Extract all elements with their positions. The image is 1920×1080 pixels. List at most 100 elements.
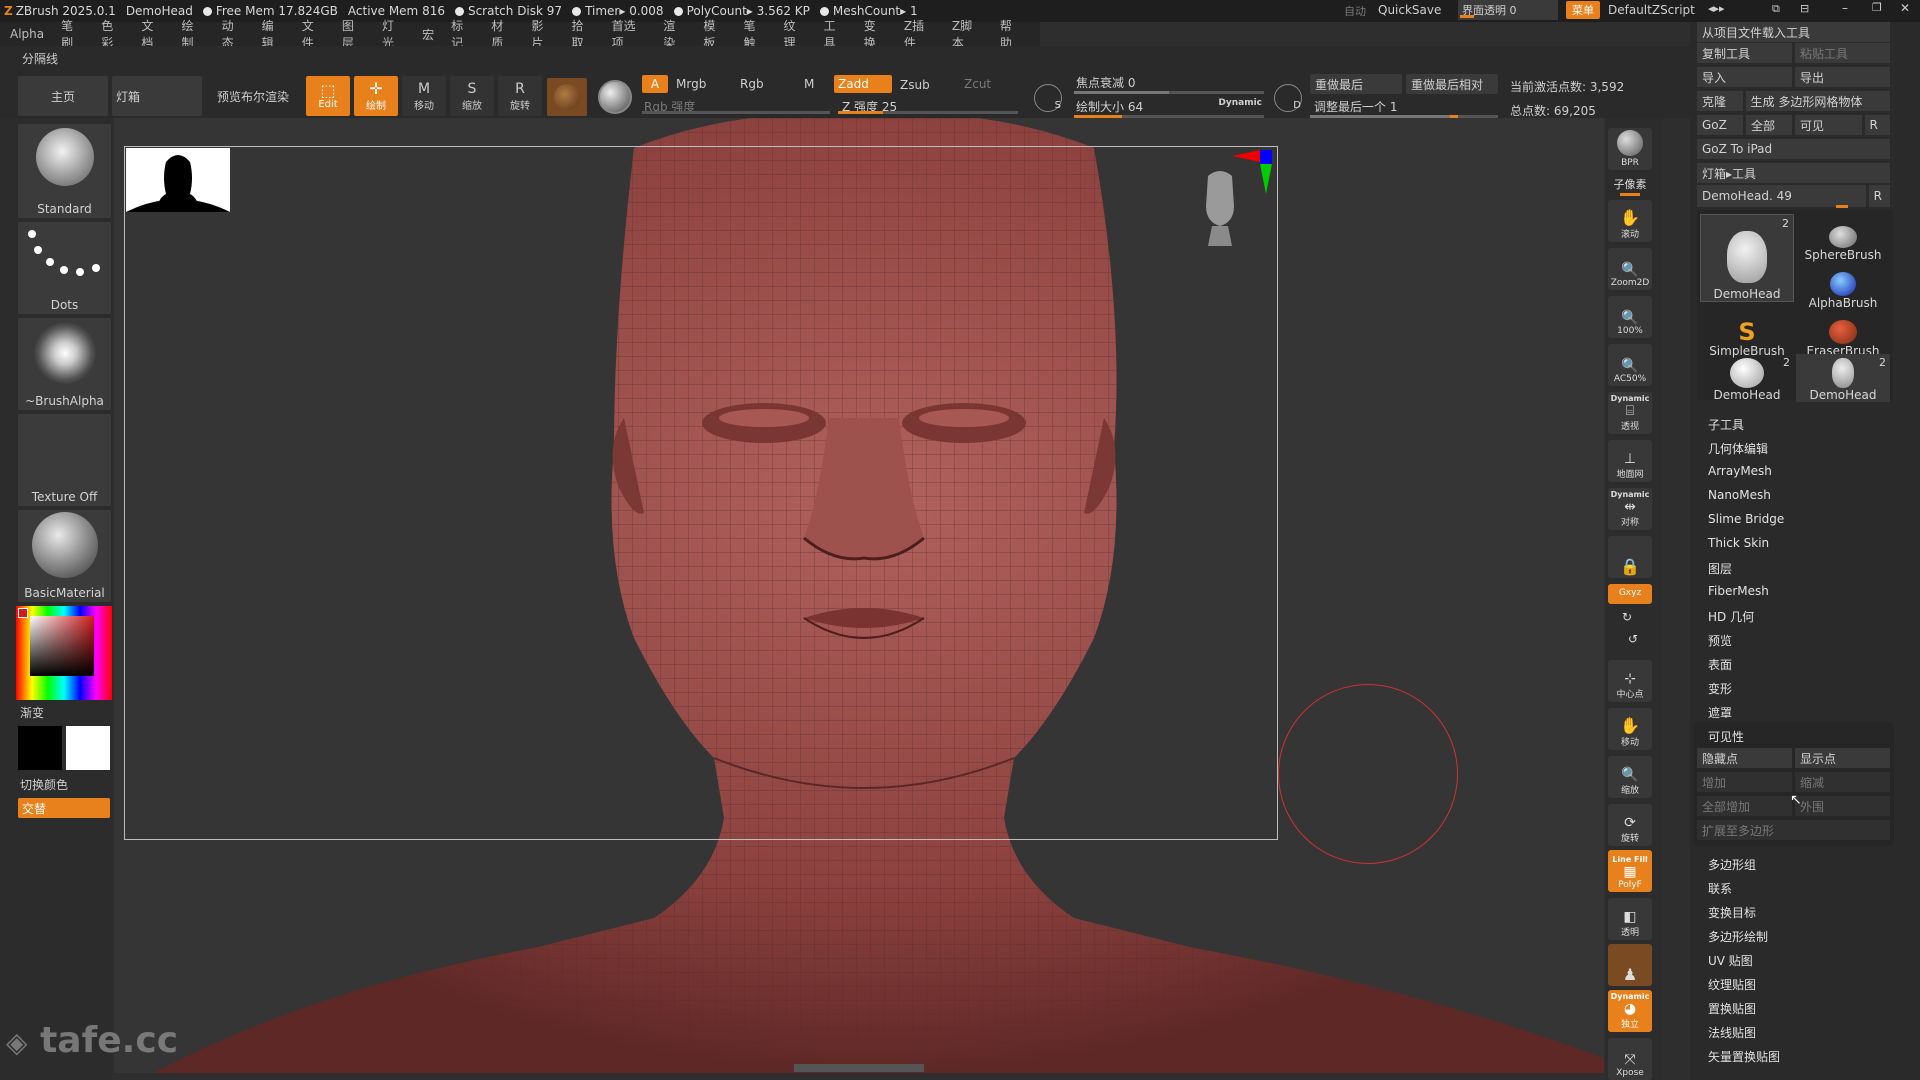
lightbox-button[interactable]: 灯箱	[112, 76, 202, 116]
clone-button[interactable]: 克隆	[1697, 91, 1743, 111]
alpha-selector[interactable]: ~BrushAlpha	[18, 318, 111, 410]
default-zscript-button[interactable]: DefaultZScript	[1608, 3, 1695, 17]
scale-view-button[interactable]: 🔍 缩放	[1608, 756, 1652, 798]
adjust-last-slider[interactable]: 调整最后一个 1	[1310, 96, 1498, 118]
shrink-button[interactable]: 缩减	[1795, 772, 1890, 792]
normal-map-section[interactable]: 法线贴图	[1708, 1024, 1756, 1041]
displacement-map-section[interactable]: 置换贴图	[1708, 1000, 1756, 1017]
goz-to-ipad-button[interactable]: GoZ To iPad	[1697, 139, 1890, 159]
tool-thumb-spherebrush[interactable]: SphereBrush	[1796, 214, 1890, 262]
dynamic-d-icon[interactable]: D	[1274, 84, 1302, 112]
lock-button[interactable]: 🔒	[1608, 536, 1652, 578]
goz-visible-button[interactable]: 可见	[1795, 115, 1862, 135]
center-point-button[interactable]: ⊹ 中心点	[1608, 660, 1652, 702]
zadd-toggle[interactable]: Zadd	[834, 75, 892, 93]
lightbox-tool-button[interactable]: 灯箱▸工具	[1697, 163, 1890, 183]
uv-map-section[interactable]: UV 贴图	[1708, 952, 1753, 969]
rotate-z-icon[interactable]: ↺	[1628, 632, 1638, 646]
slime-bridge-section[interactable]: Slime Bridge	[1708, 512, 1784, 526]
goz-r-button[interactable]: R	[1864, 115, 1890, 135]
canvas-bottom-handle[interactable]	[794, 1064, 924, 1072]
export-button[interactable]: 导出	[1795, 67, 1890, 87]
layout-swap-icon[interactable]: ⧉	[1772, 2, 1780, 16]
menu-item[interactable]: 宏	[422, 26, 434, 43]
move-view-button[interactable]: ✋ 移动	[1608, 708, 1652, 750]
window-layout-icon[interactable]: ⊟	[1800, 2, 1809, 15]
gradient-toggle[interactable]: 渐变	[20, 704, 44, 721]
rotate-view-button[interactable]: ⟳ 旋转	[1608, 804, 1652, 846]
zsub-toggle[interactable]: Zsub	[900, 78, 930, 92]
floor-grid-button[interactable]: ⊥ 地面网	[1608, 440, 1652, 482]
polypaint-section[interactable]: 多边形绘制	[1708, 928, 1768, 945]
move-button[interactable]: M 移动	[402, 76, 446, 116]
material-sphere-button[interactable]	[547, 78, 587, 116]
subpixel-slider[interactable]: 子像素	[1608, 176, 1652, 196]
arraymesh-section[interactable]: ArrayMesh	[1708, 464, 1772, 478]
close-icon[interactable]: ✕	[1900, 1, 1910, 15]
ui-transparency-slider[interactable]: 界面透明 0	[1458, 0, 1558, 20]
bpr-button[interactable]: BPR	[1608, 128, 1652, 170]
switch-color-button[interactable]: 切换颜色	[20, 776, 68, 793]
tool-thumb-demohead-2[interactable]: DemoHead 2	[1796, 354, 1890, 402]
perspective-button[interactable]: Dynamic ⌸ 透视	[1608, 392, 1652, 434]
focal-shift-slider[interactable]: 焦点衰减 0	[1074, 72, 1264, 94]
material-selector[interactable]: BasicMaterial	[18, 510, 111, 602]
outer-button[interactable]: 外围	[1795, 796, 1890, 816]
tool-thumb-simplebrush[interactable]: S SimpleBrush	[1700, 310, 1794, 358]
dynamic-toggle[interactable]: Dynamic	[1218, 98, 1262, 108]
m-toggle[interactable]: M	[804, 77, 814, 91]
load-tool-from-project-button[interactable]: 从项目文件载入工具	[1697, 22, 1890, 42]
fibermesh-section[interactable]: FiberMesh	[1708, 584, 1769, 598]
hide-points-button[interactable]: 隐藏点	[1697, 748, 1792, 768]
viewport-canvas[interactable]	[114, 118, 1604, 1073]
rotate-button[interactable]: R 旋转	[498, 76, 542, 116]
contact-section[interactable]: 联系	[1708, 880, 1732, 897]
scale-button[interactable]: S 缩放	[450, 76, 494, 116]
show-points-button[interactable]: 显示点	[1795, 748, 1890, 768]
thick-skin-section[interactable]: Thick Skin	[1708, 536, 1769, 550]
make-polymesh-button[interactable]: 生成 多边形网格物体	[1745, 91, 1890, 111]
zoom-100-button[interactable]: 🔍 100%	[1608, 296, 1652, 338]
surface-section[interactable]: 表面	[1708, 656, 1732, 673]
menu-toggle-button[interactable]: 菜单	[1566, 1, 1600, 19]
dynamic-solo-button[interactable]: Dynamic ◕ 独立	[1608, 990, 1652, 1032]
navigation-silhouette[interactable]	[126, 148, 230, 212]
menu-item[interactable]: Alpha	[10, 27, 44, 41]
main-color-swatch[interactable]	[18, 726, 62, 770]
symmetry-button[interactable]: Dynamic ⇹ 对称	[1608, 488, 1652, 530]
gxyz-button[interactable]: Gxyz	[1608, 584, 1652, 604]
goz-all-button[interactable]: 全部	[1746, 115, 1792, 135]
stroke-selector[interactable]: Dots	[18, 222, 111, 314]
minimize-icon[interactable]: –	[1842, 1, 1848, 15]
morph-target-section[interactable]: 变换目标	[1708, 904, 1756, 921]
scroll-button[interactable]: ✋ 滚动	[1608, 200, 1652, 242]
tool-thumb-eraserbrush[interactable]: EraserBrush	[1796, 310, 1890, 358]
grow-button[interactable]: 增加	[1697, 772, 1792, 792]
polygroups-section[interactable]: 多边形组	[1708, 856, 1756, 873]
z-intensity-slider[interactable]: Z 强度 25	[838, 98, 1018, 114]
transparent-button[interactable]: ◧ 透明	[1608, 898, 1652, 940]
current-tool-slider[interactable]: DemoHead. 49 R	[1697, 185, 1893, 207]
color-picker[interactable]	[16, 606, 112, 700]
sculptris-s-icon[interactable]: S	[1034, 84, 1062, 112]
zoom2d-button[interactable]: 🔍 Zoom2D	[1608, 248, 1652, 290]
goz-button[interactable]: GoZ	[1697, 115, 1743, 135]
a-toggle[interactable]: A	[642, 75, 668, 93]
replay-last-relative-button[interactable]: 重做最后相对	[1406, 74, 1498, 94]
rgb-intensity-slider[interactable]: Rgb 强度	[642, 98, 830, 114]
copy-tool-button[interactable]: 复制工具	[1697, 43, 1792, 63]
zcut-toggle[interactable]: Zcut	[964, 77, 991, 91]
geometry-section[interactable]: 几何体编辑	[1708, 440, 1768, 457]
rotate-y-icon[interactable]: ↻	[1622, 610, 1632, 624]
expand-to-polygons-button[interactable]: 扩展至多边形	[1697, 820, 1890, 840]
texture-map-section[interactable]: 纹理贴图	[1708, 976, 1756, 993]
brush-selector[interactable]: Standard	[18, 124, 111, 218]
polyframe-button[interactable]: Line Fill ▦ PolyF	[1608, 850, 1652, 892]
layout-arrows-icon[interactable]: ◂▸▸	[1708, 2, 1725, 15]
restore-icon[interactable]: ❐	[1872, 1, 1882, 14]
preview-bpr-button[interactable]: 预览布尔渲染	[206, 76, 300, 116]
color-saturation-square[interactable]	[30, 616, 94, 676]
home-button[interactable]: 主页	[18, 76, 108, 116]
quicksave-button[interactable]: QuickSave	[1378, 3, 1441, 17]
alternate-button[interactable]: 交替	[18, 798, 110, 818]
